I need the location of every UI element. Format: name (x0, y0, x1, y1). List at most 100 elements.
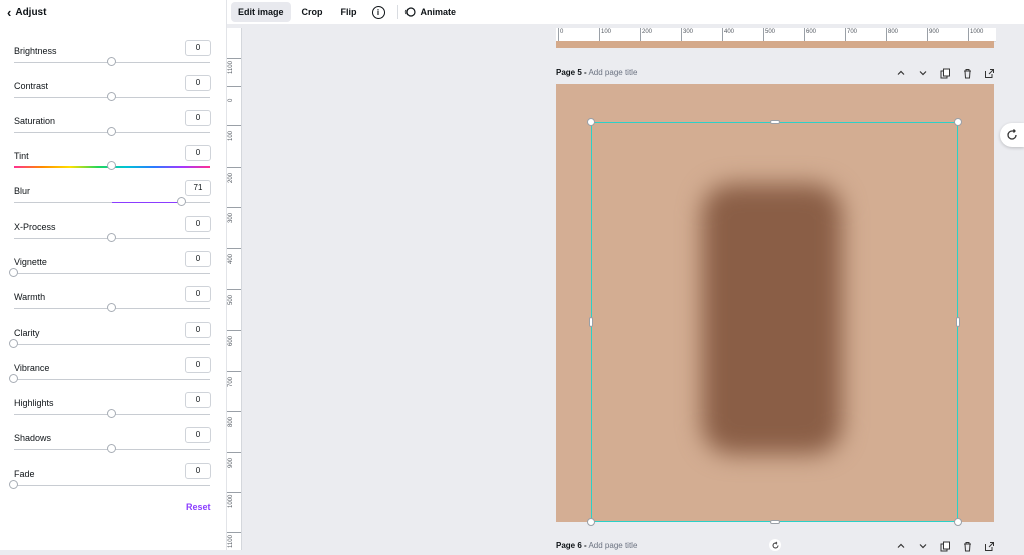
slider-knob[interactable] (107, 303, 116, 312)
ruler-label: 0 (560, 29, 564, 35)
adjust-slider[interactable] (14, 233, 210, 242)
adjust-slider[interactable] (14, 127, 210, 136)
selection-box[interactable] (591, 122, 958, 522)
duplicate-page-icon[interactable] (938, 66, 952, 80)
slider-knob[interactable] (9, 480, 18, 489)
ruler-tick (927, 28, 928, 41)
adjust-label: Warmth (14, 292, 46, 302)
ruler-label: 300 (683, 29, 694, 35)
adjust-value-input[interactable]: 0 (185, 40, 211, 56)
adjust-slider[interactable] (9, 268, 210, 277)
resize-handle-bottom[interactable] (770, 520, 780, 524)
chevron-down-icon[interactable] (916, 539, 930, 553)
edit-image-button[interactable]: Edit image (231, 2, 291, 22)
page-number: Page 5 - (556, 68, 587, 77)
ruler-tick (886, 28, 887, 41)
adjust-slider[interactable] (9, 339, 210, 348)
flip-button[interactable]: Flip (334, 2, 364, 22)
ruler-tick (599, 28, 600, 41)
ruler-label: 400 (724, 29, 735, 35)
resize-handle-top[interactable] (770, 120, 780, 124)
resize-handle-left[interactable] (589, 317, 593, 327)
adjust-slider[interactable] (14, 444, 210, 453)
previous-page-canvas[interactable] (556, 41, 994, 48)
ruler-label: 500 (228, 294, 234, 305)
page-actions (886, 66, 996, 80)
chevron-up-icon[interactable] (894, 66, 908, 80)
slider-knob[interactable] (9, 268, 18, 277)
ruler-label: 600 (806, 29, 817, 35)
page-title-placeholder[interactable]: Add page title (588, 541, 637, 550)
adjust-value-input[interactable]: 0 (185, 392, 211, 408)
resize-handle-bottom-left[interactable] (587, 518, 595, 526)
add-page-icon[interactable] (982, 539, 996, 553)
resize-handle-bottom-right[interactable] (954, 518, 962, 526)
page-title-placeholder[interactable]: Add page title (588, 68, 637, 77)
ruler-tick (681, 28, 682, 41)
adjust-value-input[interactable]: 0 (185, 322, 211, 338)
ruler-tick (763, 28, 764, 41)
slider-knob[interactable] (107, 409, 116, 418)
adjust-slider[interactable] (9, 374, 210, 383)
back-button[interactable]: ‹ Adjust (7, 5, 46, 20)
slider-knob[interactable] (107, 233, 116, 242)
adjust-value-input[interactable]: 0 (185, 251, 211, 267)
duplicate-page-icon[interactable] (938, 539, 952, 553)
slider-knob[interactable] (9, 374, 18, 383)
adjust-slider[interactable] (14, 303, 210, 312)
ruler-label: 200 (228, 172, 234, 183)
adjust-slider[interactable] (14, 57, 210, 66)
chevron-up-icon[interactable] (894, 539, 908, 553)
slider-knob[interactable] (107, 92, 116, 101)
adjust-label: Vibrance (14, 363, 50, 373)
adjust-label: Highlights (14, 398, 54, 408)
adjust-value-input[interactable]: 0 (185, 427, 211, 443)
adjust-slider[interactable] (14, 409, 210, 418)
slider-knob[interactable] (177, 197, 186, 206)
ruler-label: 900 (228, 457, 234, 468)
page-title[interactable]: Page 5 - Add page title (556, 68, 637, 77)
adjust-value-input[interactable]: 0 (185, 357, 211, 373)
page-actions (886, 539, 996, 553)
adjust-value-input[interactable]: 0 (185, 216, 211, 232)
resize-handle-top-left[interactable] (587, 118, 595, 126)
adjust-slider[interactable] (14, 92, 210, 101)
resize-handle-top-right[interactable] (954, 118, 962, 126)
ruler-tick (845, 28, 846, 41)
chevron-down-icon[interactable] (916, 66, 930, 80)
ruler-tick (558, 28, 559, 41)
adjust-value-input[interactable]: 0 (185, 145, 211, 161)
page-title[interactable]: Page 6 - Add page title (556, 541, 637, 550)
adjust-slider[interactable] (14, 161, 210, 170)
adjust-value-input[interactable]: 0 (185, 110, 211, 126)
adjust-value-input[interactable]: 0 (185, 463, 211, 479)
adjust-label: Tint (14, 151, 29, 161)
ruler-tick (968, 28, 969, 41)
adjust-value-input[interactable]: 0 (185, 286, 211, 302)
adjust-slider[interactable] (14, 197, 210, 206)
adjust-value-input[interactable]: 0 (185, 75, 211, 91)
adjust-slider[interactable] (9, 480, 210, 489)
adjust-row-warmth: Warmth 0 (0, 286, 226, 326)
adjust-label: Saturation (14, 116, 56, 126)
delete-page-icon[interactable] (960, 539, 974, 553)
chevron-left-icon: ‹ (7, 4, 12, 20)
slider-knob[interactable] (107, 444, 116, 453)
slider-knob[interactable] (107, 161, 116, 170)
slider-knob[interactable] (9, 339, 18, 348)
add-page-icon[interactable] (982, 66, 996, 80)
page-header: Page 5 - Add page title (556, 68, 996, 82)
ruler-label: 1100 (228, 535, 234, 548)
side-refresh-button[interactable] (1000, 123, 1024, 147)
adjust-value-input[interactable]: 71 (185, 180, 211, 196)
ruler-label: 600 (228, 335, 234, 346)
info-icon[interactable]: i (371, 5, 385, 19)
slider-knob[interactable] (107, 57, 116, 66)
ruler-left: 1100 0 100 200 300 400 500 600 700 800 900 1000 1100 (227, 28, 242, 550)
reset-button[interactable]: Reset (186, 502, 211, 512)
crop-button[interactable]: Crop (295, 2, 330, 22)
delete-page-icon[interactable] (960, 66, 974, 80)
resize-handle-right[interactable] (956, 317, 960, 327)
animate-button[interactable]: Animate (404, 6, 456, 18)
slider-knob[interactable] (107, 127, 116, 136)
